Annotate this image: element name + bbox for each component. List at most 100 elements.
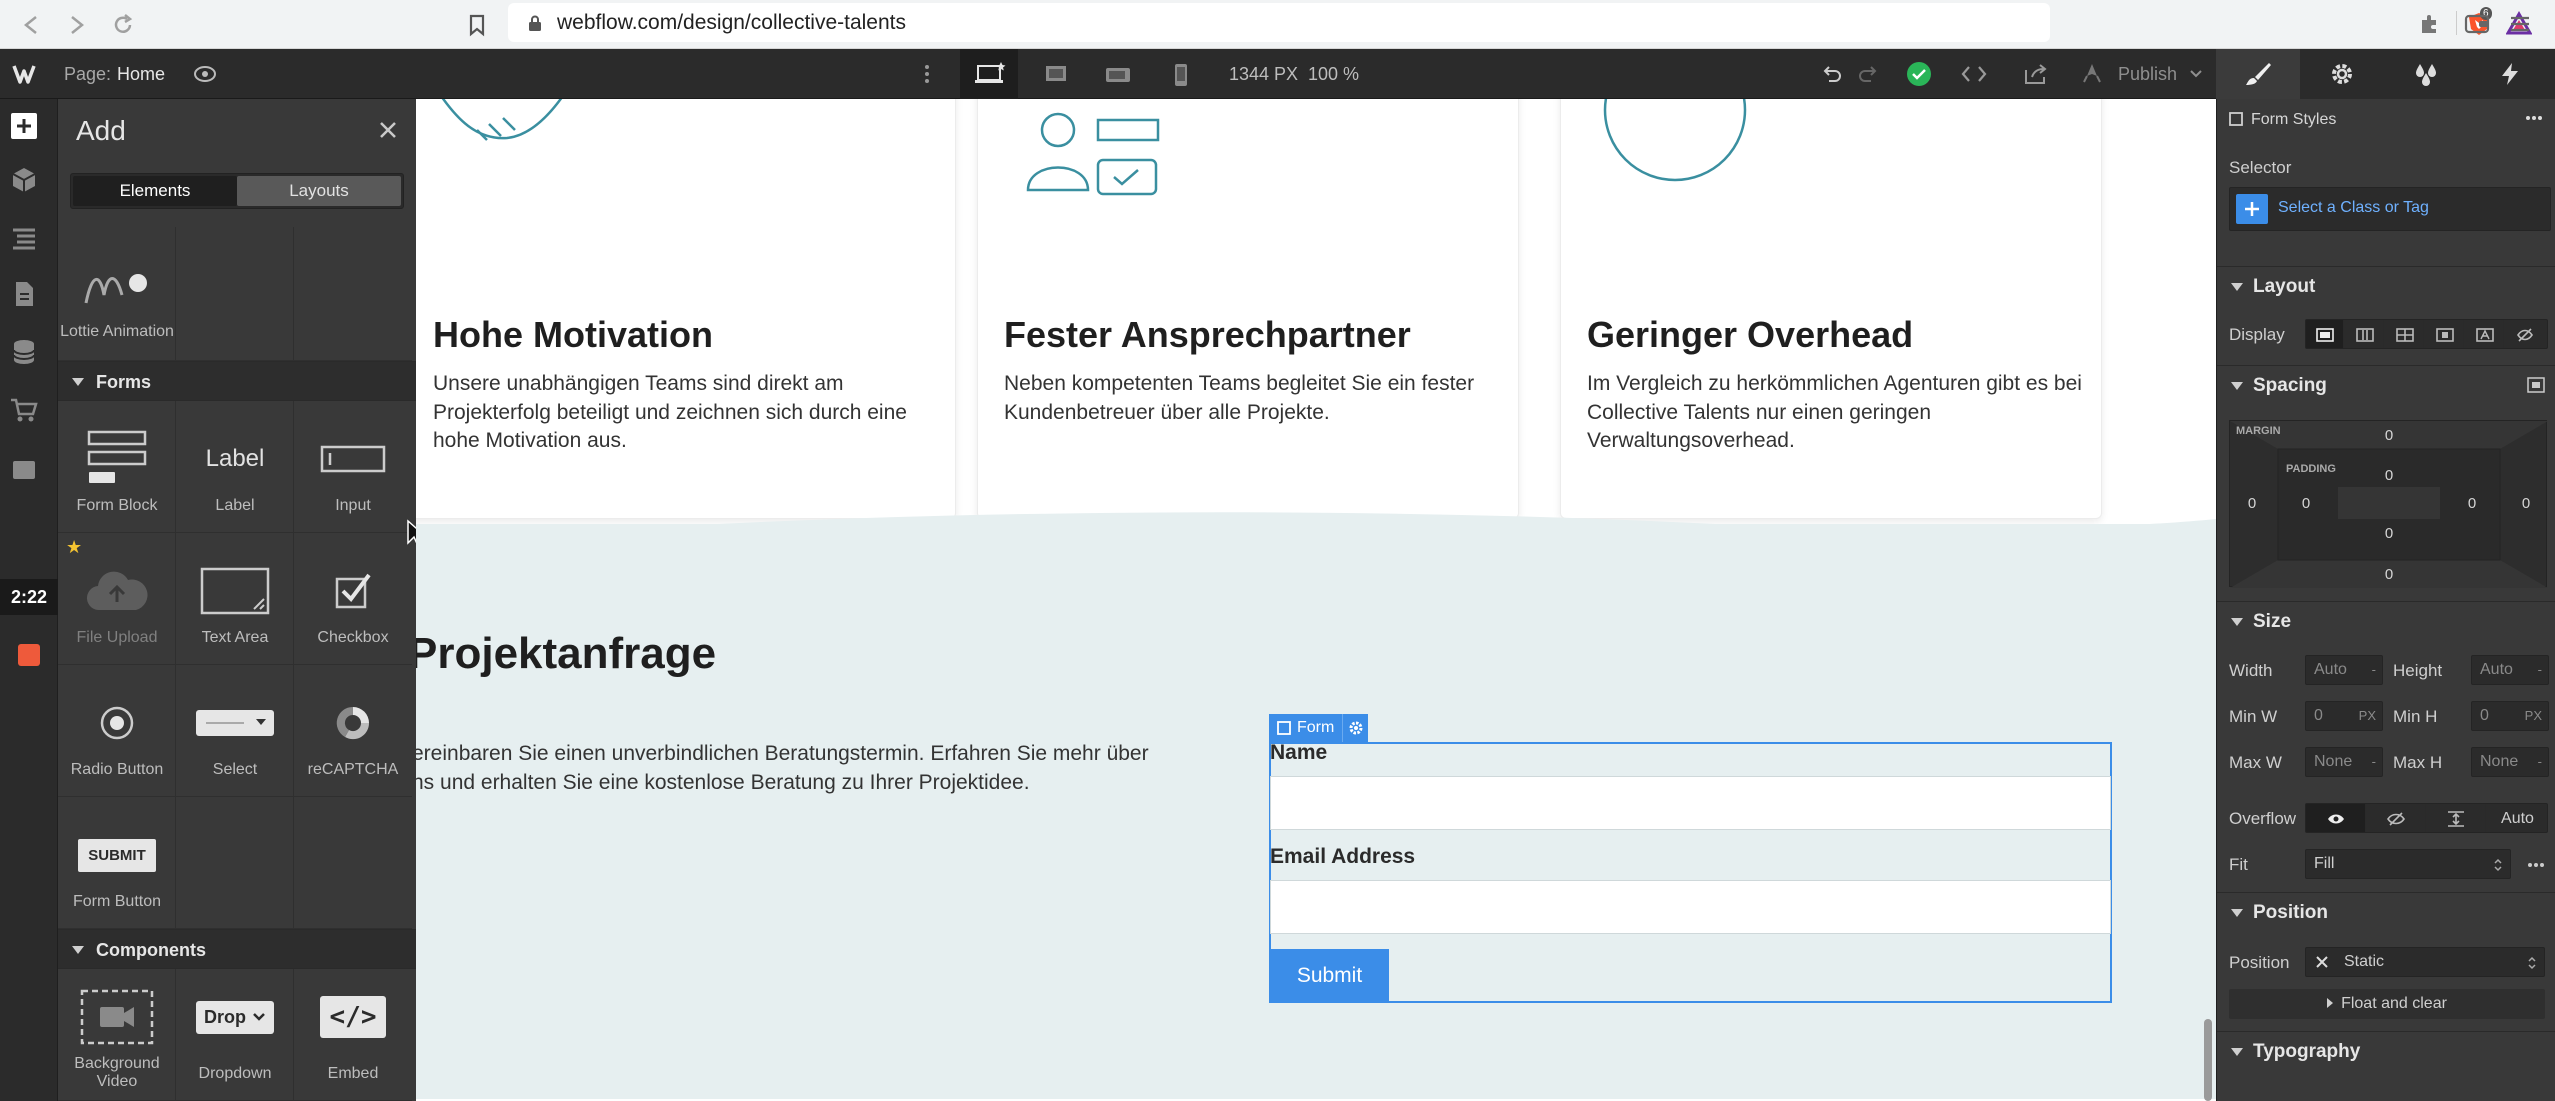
canvas-scrollbar[interactable] bbox=[2204, 1019, 2212, 1101]
section-header-position[interactable]: Position bbox=[2217, 892, 2555, 932]
padding-top-value[interactable]: 0 bbox=[2369, 467, 2409, 484]
tab-settings[interactable] bbox=[2300, 49, 2384, 99]
name-input[interactable] bbox=[1270, 776, 2111, 830]
tab-elements[interactable]: Elements bbox=[73, 176, 237, 206]
navigator-icon[interactable] bbox=[9, 223, 39, 253]
element-label[interactable]: Label Label bbox=[176, 401, 294, 533]
element-select[interactable]: Select bbox=[176, 665, 294, 797]
spacing-preset-icon[interactable] bbox=[2527, 377, 2545, 393]
section-header-forms[interactable]: Forms bbox=[58, 361, 416, 401]
forward-icon[interactable] bbox=[62, 10, 92, 40]
display-block-icon[interactable] bbox=[2306, 320, 2344, 348]
min-height-unit[interactable]: PX bbox=[2525, 702, 2542, 730]
max-width-unit[interactable]: - bbox=[2372, 748, 2376, 776]
feature-card-overhead[interactable]: Geringer Overhead Im Vergleich zu herköm… bbox=[1560, 99, 2102, 519]
redo-icon[interactable] bbox=[1856, 63, 1880, 85]
code-export-icon[interactable] bbox=[1960, 63, 1988, 85]
overflow-visible-eye-icon[interactable] bbox=[2306, 804, 2366, 832]
email-input[interactable] bbox=[1270, 880, 2111, 934]
feature-card-motivation[interactable]: Hohe Motivation Unsere unabhängigen Team… bbox=[416, 99, 956, 519]
element-recaptcha[interactable]: reCAPTCHA bbox=[294, 665, 412, 797]
display-none-icon[interactable] bbox=[2506, 320, 2544, 348]
tab-layouts[interactable]: Layouts bbox=[237, 176, 401, 206]
feature-card-contact[interactable]: Fester Ansprechpartner Neben kompetenten… bbox=[977, 99, 1519, 519]
height-input[interactable]: Auto - bbox=[2471, 655, 2549, 685]
preview-eye-icon[interactable] bbox=[193, 63, 217, 85]
publish-rocket-icon[interactable] bbox=[2080, 62, 2104, 86]
element-input[interactable]: Input bbox=[294, 401, 427, 547]
width-unit[interactable]: - bbox=[2372, 656, 2376, 684]
min-width-unit[interactable]: PX bbox=[2359, 702, 2376, 730]
fit-more-horizontal-icon[interactable] bbox=[2527, 862, 2545, 868]
device-laptop-icon[interactable] bbox=[1043, 63, 1069, 85]
margin-left-value[interactable]: 0 bbox=[2232, 495, 2272, 512]
float-and-clear-button[interactable]: Float and clear bbox=[2229, 989, 2545, 1019]
design-canvas[interactable]: Hohe Motivation Unsere unabhängigen Team… bbox=[416, 99, 2216, 1101]
add-panel-plus-icon[interactable] bbox=[9, 111, 39, 141]
pages-icon[interactable] bbox=[9, 279, 39, 309]
section-header-size[interactable]: Size bbox=[2217, 601, 2555, 641]
spacing-box-model[interactable]: MARGIN PADDING 0 0 0 0 0 0 0 0 bbox=[2229, 420, 2548, 588]
display-inline-icon[interactable] bbox=[2466, 320, 2504, 348]
section-header-components[interactable]: Components bbox=[58, 929, 416, 969]
share-icon[interactable] bbox=[2022, 62, 2050, 86]
overflow-hidden-icon[interactable] bbox=[2366, 804, 2426, 832]
padding-bottom-value[interactable]: 0 bbox=[2369, 525, 2409, 542]
submit-button[interactable]: Submit bbox=[1270, 949, 1389, 1002]
margin-right-value[interactable]: 0 bbox=[2506, 495, 2546, 512]
element-file-upload[interactable]: ★ File Upload bbox=[58, 533, 176, 665]
menu-icon[interactable] bbox=[2508, 12, 2532, 36]
webflow-logo-icon[interactable] bbox=[12, 62, 44, 86]
address-bar[interactable]: webflow.com/design/collective-talents 6 bbox=[508, 3, 2532, 42]
ecommerce-cart-icon[interactable] bbox=[9, 395, 39, 425]
symbols-cube-icon[interactable] bbox=[9, 165, 39, 195]
selected-element-tag[interactable]: Form bbox=[1269, 714, 1369, 742]
element-background-video[interactable]: Background Video bbox=[58, 969, 176, 1101]
bookmark-icon[interactable] bbox=[462, 10, 492, 40]
tab-interactions[interactable] bbox=[2468, 49, 2552, 99]
add-class-plus-icon[interactable] bbox=[2236, 194, 2268, 224]
device-tablet-landscape-icon[interactable] bbox=[1104, 65, 1132, 85]
publish-chevron-down-icon[interactable] bbox=[2190, 69, 2202, 79]
display-flex-icon[interactable] bbox=[2346, 320, 2384, 348]
section-header-typography[interactable]: Typography bbox=[2217, 1031, 2555, 1071]
max-width-input[interactable]: None - bbox=[2305, 747, 2383, 777]
margin-bottom-value[interactable]: 0 bbox=[2369, 566, 2409, 583]
element-form-button[interactable]: SUBMIT Form Button bbox=[58, 797, 176, 929]
publish-button[interactable]: Publish bbox=[2118, 49, 2177, 99]
element-text-area[interactable]: Text Area bbox=[176, 533, 294, 665]
overflow-scroll-icon[interactable] bbox=[2426, 804, 2486, 832]
element-form-block[interactable]: Form Block bbox=[58, 401, 176, 533]
tab-style[interactable] bbox=[2216, 49, 2300, 99]
display-inline-block-icon[interactable] bbox=[2426, 320, 2464, 348]
max-height-input[interactable]: None - bbox=[2471, 747, 2549, 777]
height-unit[interactable]: - bbox=[2538, 656, 2542, 684]
max-height-unit[interactable]: - bbox=[2538, 748, 2542, 776]
selector-field[interactable]: Select a Class or Tag bbox=[2229, 187, 2551, 231]
margin-top-value[interactable]: 0 bbox=[2369, 427, 2409, 444]
undo-icon[interactable] bbox=[1820, 63, 1844, 85]
page-name[interactable]: Home bbox=[117, 49, 165, 99]
element-radio-button[interactable]: Radio Button bbox=[58, 665, 176, 797]
close-icon[interactable] bbox=[373, 115, 403, 145]
reload-icon[interactable] bbox=[108, 10, 138, 40]
back-icon[interactable] bbox=[16, 10, 46, 40]
min-width-input[interactable]: 0 PX bbox=[2305, 701, 2383, 731]
element-embed[interactable]: </> Embed bbox=[294, 969, 412, 1101]
overflow-auto-button[interactable]: Auto bbox=[2486, 804, 2547, 832]
section-header-layout[interactable]: Layout bbox=[2217, 266, 2555, 306]
device-desktop-button[interactable] bbox=[960, 49, 1018, 99]
extensions-icon[interactable] bbox=[2418, 12, 2442, 36]
display-grid-icon[interactable] bbox=[2386, 320, 2424, 348]
padding-right-value[interactable]: 0 bbox=[2452, 495, 2492, 512]
fit-select[interactable]: Fill bbox=[2305, 849, 2511, 879]
device-phone-icon[interactable] bbox=[1172, 62, 1190, 88]
element-dropdown[interactable]: Drop Dropdown bbox=[176, 969, 294, 1101]
width-input[interactable]: Auto - bbox=[2305, 655, 2383, 685]
more-horizontal-icon[interactable] bbox=[2525, 115, 2543, 121]
assets-icon[interactable] bbox=[9, 455, 39, 485]
wallet-icon[interactable] bbox=[2464, 12, 2490, 36]
min-height-input[interactable]: 0 PX bbox=[2471, 701, 2549, 731]
tab-interactions-drops[interactable] bbox=[2384, 49, 2468, 99]
cms-database-icon[interactable] bbox=[9, 337, 39, 367]
